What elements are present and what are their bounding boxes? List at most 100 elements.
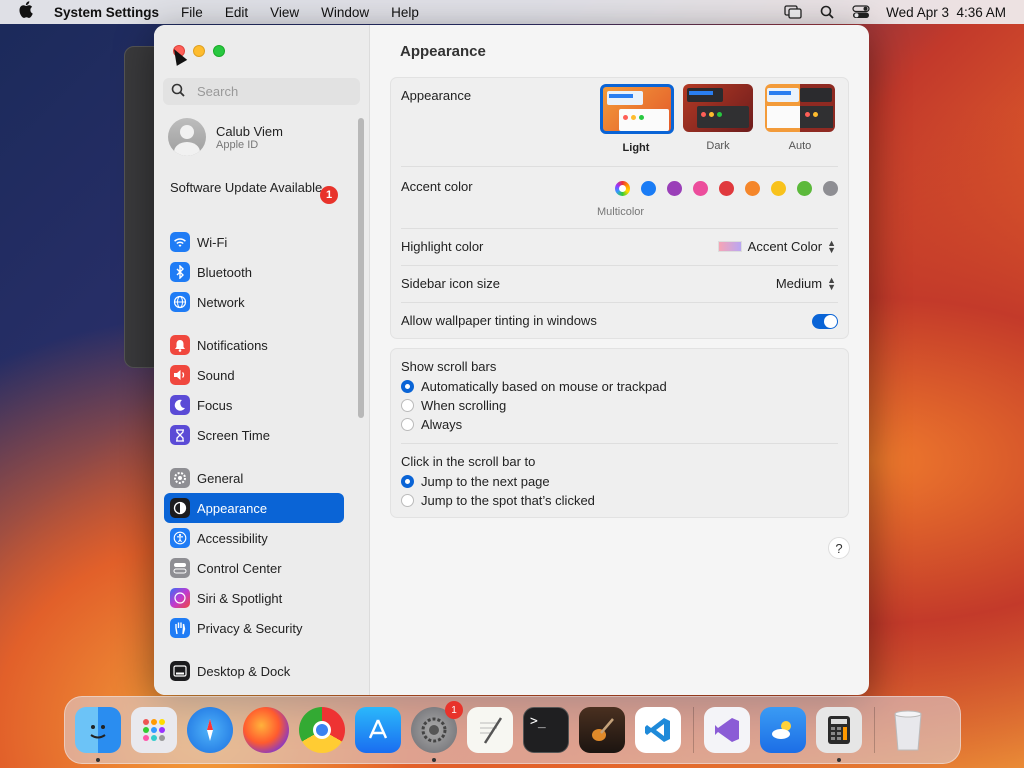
sidebar-item-screen-time[interactable]: Screen Time xyxy=(164,420,344,450)
click-option-next-page[interactable]: Jump to the next page xyxy=(401,474,550,489)
radio-button[interactable] xyxy=(401,380,414,393)
appearance-option-auto[interactable]: Auto xyxy=(764,84,836,154)
divider xyxy=(401,265,838,266)
sidebar-item-desktop-dock[interactable]: Desktop & Dock xyxy=(164,656,344,686)
appearance-option-dark[interactable]: Dark xyxy=(682,84,754,154)
launchpad-icon[interactable] xyxy=(131,707,177,753)
system-settings-icon[interactable]: 1 xyxy=(411,701,463,762)
finder-icon[interactable] xyxy=(75,707,121,762)
terminal-icon[interactable]: >_ xyxy=(523,707,569,753)
click-option-spot-clicked[interactable]: Jump to the spot that’s clicked xyxy=(401,493,595,508)
sidebar-item-notifications[interactable]: Notifications xyxy=(164,330,344,360)
calculator-icon[interactable] xyxy=(816,707,862,762)
weather-icon[interactable] xyxy=(760,707,806,753)
divider xyxy=(401,443,838,444)
sidebar-icon-size-popup[interactable]: Medium ▲ ▼ xyxy=(776,275,836,291)
siri-icon xyxy=(170,588,190,608)
accent-swatch-yellow[interactable] xyxy=(771,181,786,196)
sidebar-item-siri-spotlight[interactable]: Siri & Spotlight xyxy=(164,583,344,613)
chrome-icon[interactable] xyxy=(299,707,345,753)
radio-button[interactable] xyxy=(401,399,414,412)
accent-color-label: Accent color xyxy=(401,179,473,194)
safari-icon[interactable] xyxy=(187,707,233,753)
accent-swatch-purple[interactable] xyxy=(667,181,682,196)
sidebar-item-sound[interactable]: Sound xyxy=(164,360,344,390)
radio-button[interactable] xyxy=(401,418,414,431)
zoom-button[interactable] xyxy=(213,45,225,57)
sidebar-item-appearance[interactable]: Appearance xyxy=(164,493,344,523)
sidebar-item-control-center[interactable]: Control Center xyxy=(164,553,344,583)
sidebar-icon-size-label: Sidebar icon size xyxy=(401,276,500,291)
firefox-icon[interactable] xyxy=(243,707,289,753)
divider xyxy=(401,228,838,229)
settings-window: Search Calub Viem Apple ID Software Upda… xyxy=(154,25,869,695)
highlight-color-popup[interactable]: Accent Color ▲ ▼ xyxy=(717,238,836,254)
globe-icon xyxy=(170,292,190,312)
sidebar-item-label: Bluetooth xyxy=(197,264,252,280)
hand-icon xyxy=(170,618,190,638)
sidebar-item-wifi[interactable]: Wi-Fi xyxy=(164,227,344,257)
menu-help[interactable]: Help xyxy=(391,5,419,20)
scroll-option-when-scrolling[interactable]: When scrolling xyxy=(401,398,506,413)
sidebar-scrollbar[interactable] xyxy=(358,118,364,418)
control-center-icon[interactable] xyxy=(852,5,870,19)
visual-studio-icon[interactable] xyxy=(704,707,750,753)
accent-swatch-multicolor[interactable] xyxy=(615,181,630,196)
sidebar-item-label: Privacy & Security xyxy=(197,620,303,636)
apple-id-account[interactable]: Calub Viem Apple ID xyxy=(168,118,283,156)
wallpaper-tinting-toggle[interactable] xyxy=(812,314,838,329)
search-field[interactable]: Search xyxy=(163,78,360,105)
software-update-item[interactable]: Software Update Available xyxy=(170,180,340,196)
sidebar-item-general[interactable]: General xyxy=(164,463,344,493)
sidebar-item-network[interactable]: Network xyxy=(164,287,344,317)
sidebar-item-focus[interactable]: Focus xyxy=(164,390,344,420)
accessibility-icon xyxy=(170,528,190,548)
accent-swatch-blue[interactable] xyxy=(641,181,656,196)
menu-edit[interactable]: Edit xyxy=(225,5,248,20)
sidebar-item-bluetooth[interactable]: Bluetooth xyxy=(164,257,344,287)
vscode-icon[interactable] xyxy=(635,707,681,753)
trash-icon[interactable] xyxy=(885,707,931,753)
accent-swatch-orange[interactable] xyxy=(745,181,760,196)
menu-clock[interactable]: Wed Apr 3 4:36 AM xyxy=(886,5,1006,20)
appearance-option-light[interactable]: Light xyxy=(600,84,674,154)
running-indicator xyxy=(837,758,841,762)
textedit-icon[interactable] xyxy=(467,707,513,753)
sidebar-item-privacy-security[interactable]: Privacy & Security xyxy=(164,613,344,643)
click-scroll-bar-label: Click in the scroll bar to xyxy=(401,454,536,469)
nav-group-notifications: Notifications Sound Focus Screen Time xyxy=(164,330,344,450)
apple-menu-icon[interactable] xyxy=(18,1,36,23)
scroll-option-automatic[interactable]: Automatically based on mouse or trackpad xyxy=(401,379,667,394)
sidebar-item-label: Wi-Fi xyxy=(197,234,228,250)
nav-group-desktop: Desktop & Dock xyxy=(164,656,344,686)
accent-swatch-pink[interactable] xyxy=(693,181,708,196)
accent-selected-label: Multicolor xyxy=(597,206,645,218)
accent-swatch-red[interactable] xyxy=(719,181,734,196)
menu-app-name[interactable]: System Settings xyxy=(54,5,159,20)
radio-button[interactable] xyxy=(401,494,414,507)
accent-swatch-green[interactable] xyxy=(797,181,812,196)
bell-icon xyxy=(170,335,190,355)
appearance-option-label: Auto xyxy=(788,140,812,152)
sidebar-item-accessibility[interactable]: Accessibility xyxy=(164,523,344,553)
screen-mirroring-icon[interactable] xyxy=(784,5,802,19)
garageband-icon[interactable] xyxy=(579,707,625,753)
sidebar-item-label: Siri & Spotlight xyxy=(197,590,283,606)
sidebar-icon-size-row: Sidebar icon size xyxy=(401,276,838,291)
divider xyxy=(401,302,838,303)
scroll-option-always[interactable]: Always xyxy=(401,417,462,432)
nav-group-general: General Appearance Accessibility Control… xyxy=(164,463,344,643)
minimize-button[interactable] xyxy=(193,45,205,57)
help-button[interactable]: ? xyxy=(828,537,850,559)
accent-swatch-graphite[interactable] xyxy=(823,181,838,196)
menu-window[interactable]: Window xyxy=(321,5,369,20)
menu-file[interactable]: File xyxy=(181,5,203,20)
radio-button[interactable] xyxy=(401,475,414,488)
spotlight-search-icon[interactable] xyxy=(818,5,836,19)
menu-view[interactable]: View xyxy=(270,5,299,20)
highlight-color-value: Accent Color xyxy=(747,239,823,254)
sidebar-item-label: Notifications xyxy=(197,337,268,353)
show-scroll-bars-row: Show scroll bars xyxy=(401,359,838,374)
accent-color-swatches xyxy=(615,181,838,196)
app-store-icon[interactable] xyxy=(355,707,401,753)
